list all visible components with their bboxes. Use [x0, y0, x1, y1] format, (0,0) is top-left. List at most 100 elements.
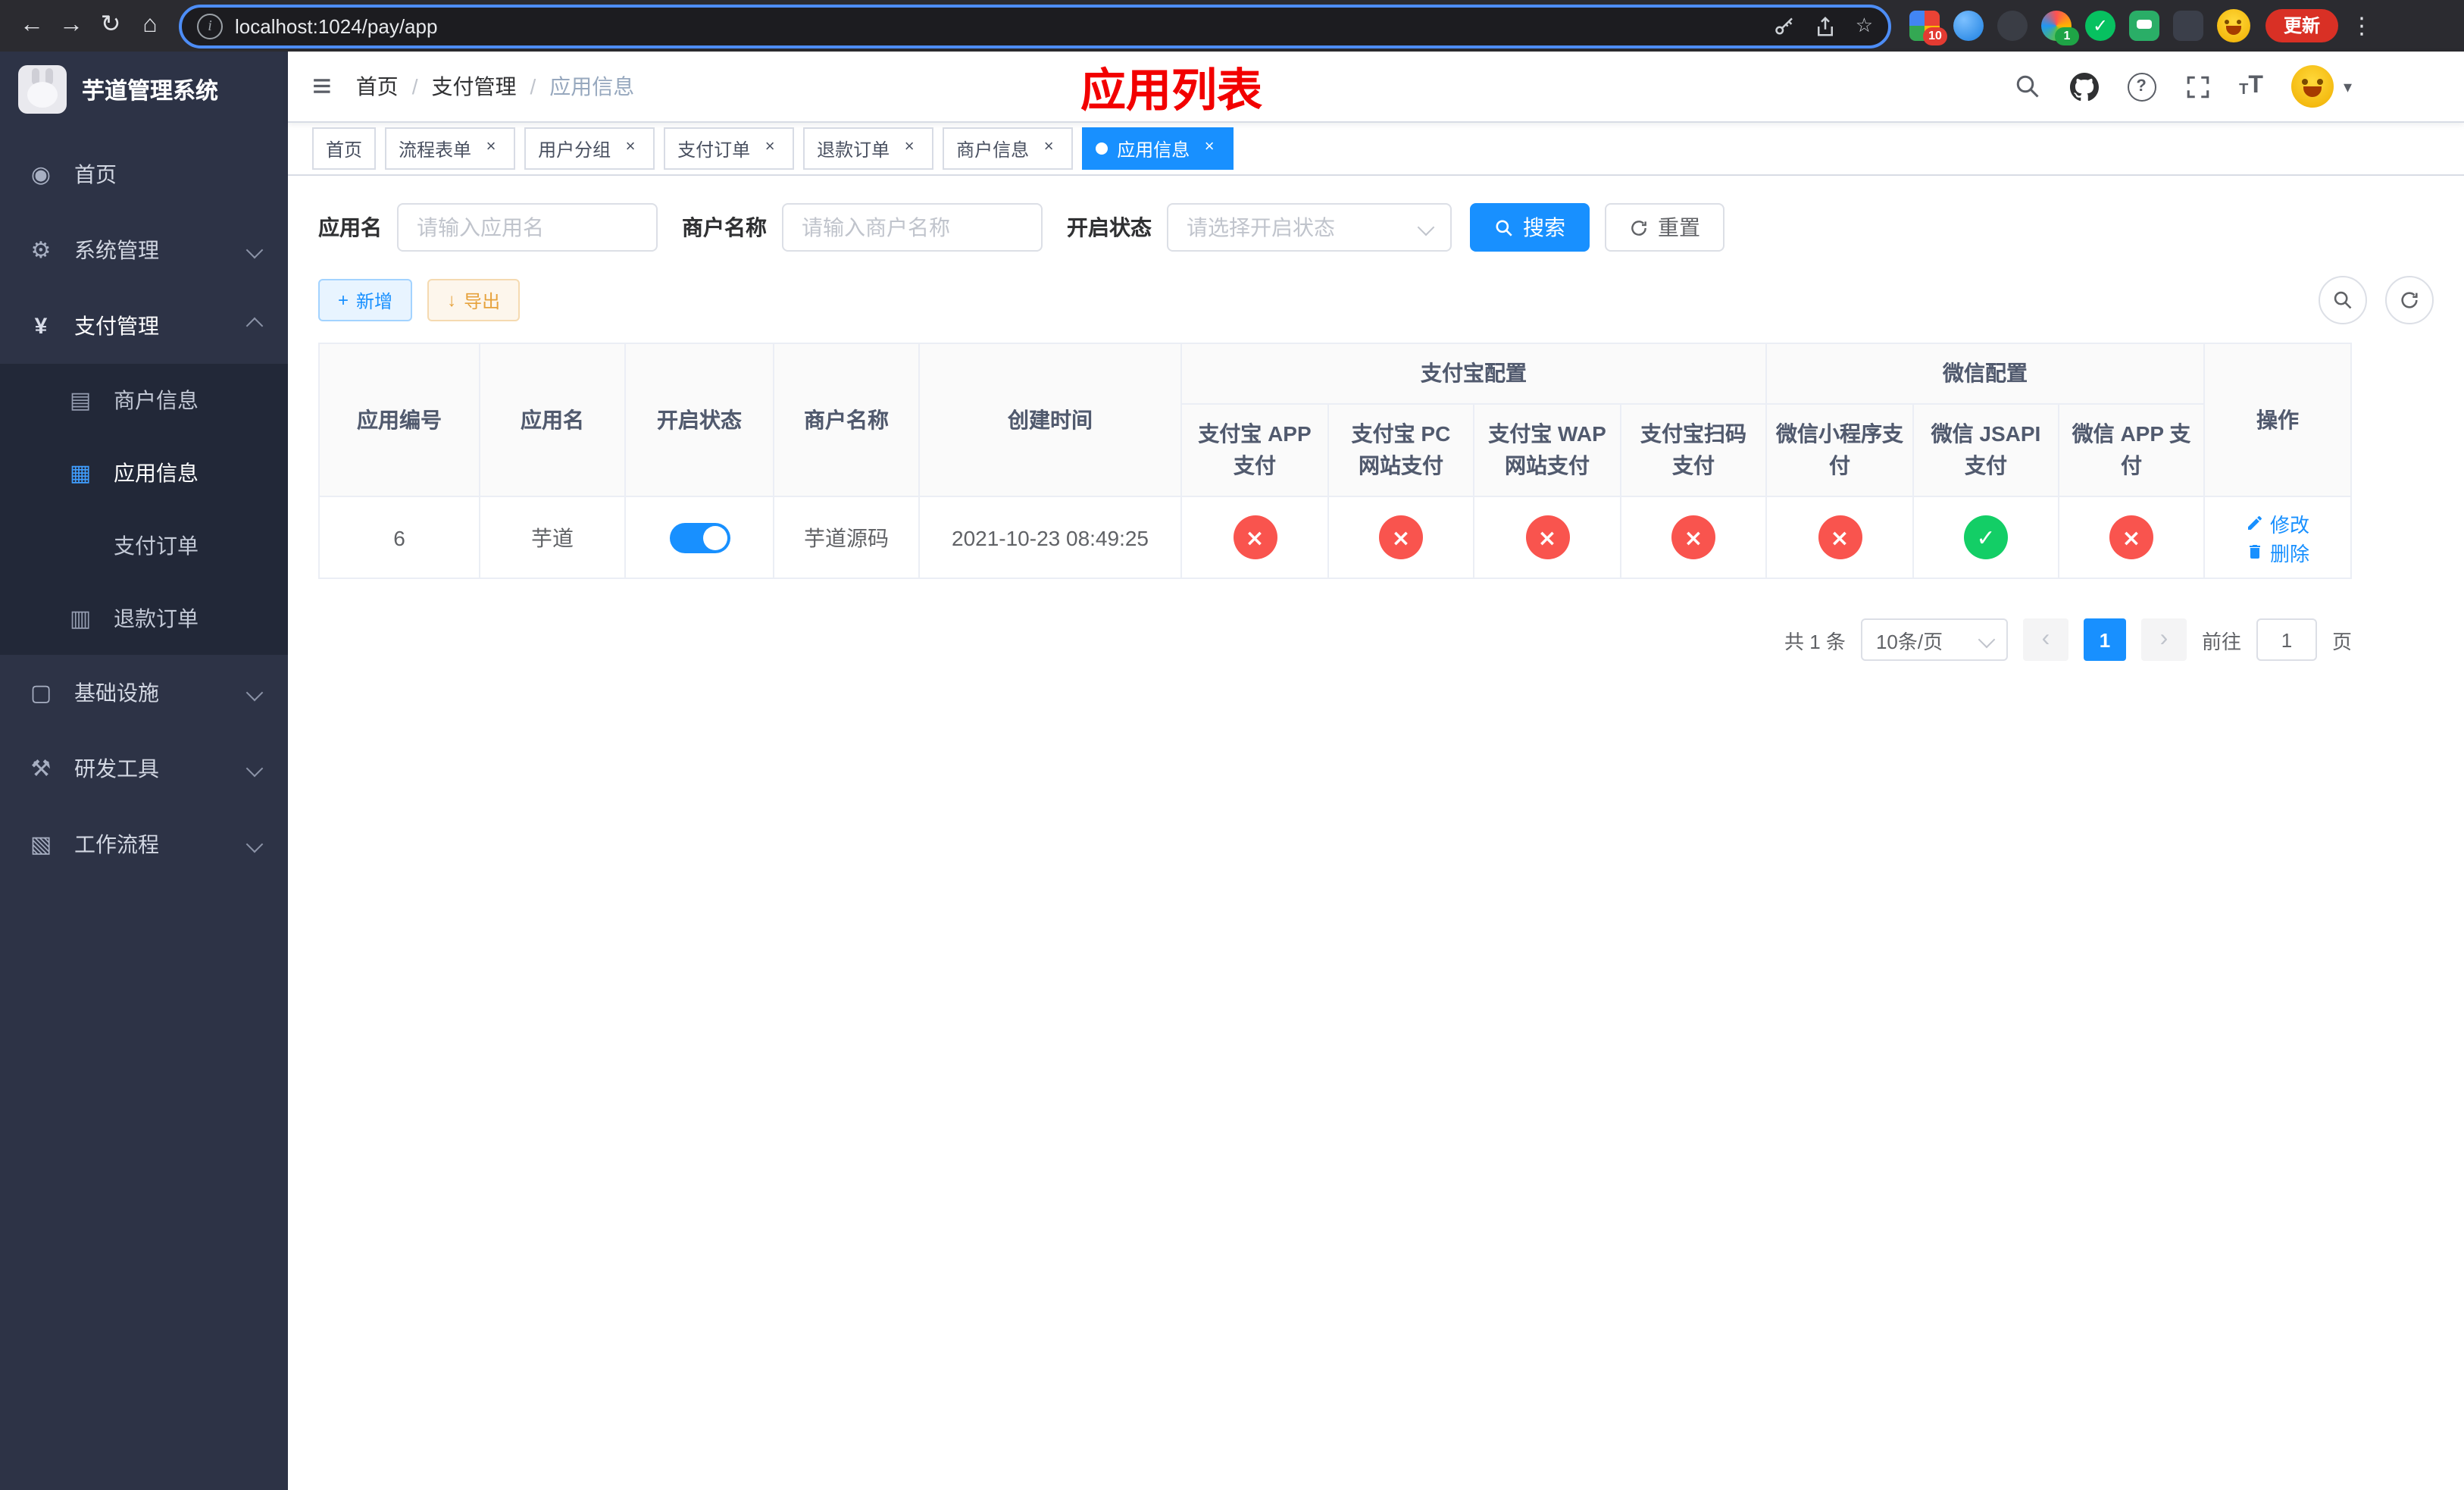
goto-page-input[interactable]: [2256, 618, 2317, 661]
back-icon[interactable]: ←: [12, 0, 52, 52]
help-icon[interactable]: ?: [2127, 72, 2156, 101]
user-avatar[interactable]: ▾: [2291, 65, 2352, 108]
add-button-label: 新增: [356, 290, 393, 311]
close-icon[interactable]: ×: [759, 138, 780, 159]
add-button[interactable]: + 新增: [318, 279, 413, 321]
delete-link-label: 删除: [2269, 542, 2309, 565]
reset-button[interactable]: 重置: [1605, 203, 1724, 252]
site-info-icon[interactable]: i: [197, 13, 223, 39]
dashboard-icon: ◉: [30, 162, 52, 188]
close-icon[interactable]: ×: [620, 138, 641, 159]
tab-home[interactable]: 首页: [312, 127, 377, 170]
sidebar-item-merchant-info[interactable]: ▤ 商户信息: [0, 364, 288, 437]
column-header-alipay-wap: 支付宝 WAP 网站支付: [1473, 403, 1621, 497]
pagination: 共 1 条 10条/页 ‹ 1 › 前往 页: [318, 618, 2434, 661]
status-select[interactable]: 请选择开启状态: [1167, 203, 1452, 252]
close-icon[interactable]: ×: [1199, 138, 1220, 159]
refresh-button[interactable]: [2385, 276, 2434, 324]
close-icon[interactable]: ×: [480, 138, 502, 159]
tab-pay-order[interactable]: 支付订单 ×: [664, 127, 795, 170]
extension-badge: 1: [2055, 27, 2079, 45]
breadcrumb-home[interactable]: 首页: [356, 71, 399, 102]
sidebar-item-label: 支付管理: [74, 314, 159, 338]
font-size-icon[interactable]: TT: [2239, 74, 2263, 99]
tab-user-group[interactable]: 用户分组 ×: [524, 127, 655, 170]
current-page-button[interactable]: 1: [2083, 618, 2126, 661]
page-size-select[interactable]: 10条/页: [1860, 618, 2008, 661]
extension-check-icon[interactable]: ✓: [2085, 11, 2115, 41]
cell-status: [624, 496, 774, 579]
extension-dark-icon[interactable]: [1997, 11, 2028, 41]
reset-button-label: 重置: [1658, 215, 1700, 239]
share-icon[interactable]: [1815, 14, 1837, 37]
sidebar-item-payment[interactable]: ¥ 支付管理: [0, 288, 288, 364]
delete-link[interactable]: 删除: [2246, 537, 2309, 566]
merchant-name-input[interactable]: [782, 203, 1043, 252]
status-toggle[interactable]: [669, 522, 730, 552]
tab-merchant-info[interactable]: 商户信息 ×: [943, 127, 1074, 170]
browser-menu-icon[interactable]: ⋮: [2350, 12, 2373, 39]
extensions-puzzle-icon[interactable]: [2173, 11, 2203, 41]
extension-drop-icon[interactable]: [1953, 11, 1984, 41]
sidebar-item-label: 研发工具: [74, 756, 159, 781]
workflow-icon: ▧: [30, 832, 52, 858]
next-page-button[interactable]: ›: [2140, 618, 2187, 661]
browser-profile-avatar[interactable]: [2217, 9, 2250, 42]
export-button[interactable]: ↓ 导出: [427, 279, 521, 321]
toggle-search-button[interactable]: [2319, 276, 2367, 324]
column-header-merchant: 商户名称: [773, 343, 920, 497]
sidebar-item-infrastructure[interactable]: ▢ 基础设施: [0, 655, 288, 731]
search-icon[interactable]: [2013, 73, 2040, 100]
screen: ← → ↻ ⌂ i localhost:1024/pay/app ☆ 10 1 …: [0, 0, 2464, 1490]
export-button-label: 导出: [464, 290, 501, 311]
extension-color-icon[interactable]: 1: [2041, 11, 2079, 45]
browser-update-button[interactable]: 更新: [2265, 9, 2339, 42]
search-button[interactable]: 搜索: [1470, 203, 1590, 252]
sidebar-item-pay-order[interactable]: 支付订单: [0, 509, 288, 582]
sidebar: 芋道管理系统 ◉ 首页 ⚙ 系统管理 ¥ 支付管理 ▤ 商户信息 ▦ 应用信息 …: [0, 52, 288, 1490]
prev-page-button[interactable]: ‹: [2022, 618, 2068, 661]
table-row: 6 芋道 芋道源码 2021-10-23 08:49:25 × × × × × …: [318, 496, 2352, 579]
tab-refund-order[interactable]: 退款订单 ×: [803, 127, 934, 170]
home-icon[interactable]: ⌂: [130, 0, 170, 52]
extension-grid-icon[interactable]: 10: [1909, 11, 1947, 45]
sidebar-item-devtools[interactable]: ⚒ 研发工具: [0, 731, 288, 806]
edit-link[interactable]: 修改: [2246, 509, 2309, 537]
chevron-down-icon: [245, 684, 264, 702]
bookmark-star-icon[interactable]: ☆: [1856, 14, 1873, 38]
app-name-input[interactable]: [397, 203, 658, 252]
fullscreen-icon[interactable]: [2184, 74, 2210, 99]
breadcrumb-separator: /: [530, 74, 536, 99]
chevron-up-icon: [245, 317, 264, 335]
close-icon[interactable]: ×: [899, 138, 920, 159]
sidebar-item-system[interactable]: ⚙ 系统管理: [0, 212, 288, 288]
breadcrumb-payment[interactable]: 支付管理: [431, 71, 516, 102]
column-group-alipay: 支付宝配置: [1180, 343, 1767, 405]
sidebar-item-app-info[interactable]: ▦ 应用信息: [0, 437, 288, 509]
address-bar[interactable]: i localhost:1024/pay/app ☆: [179, 4, 1891, 48]
page-suffix-label: 页: [2331, 630, 2352, 653]
collapse-sidebar-icon[interactable]: ≡: [312, 69, 332, 103]
column-header-wx-jsapi: 微信 JSAPI 支付: [1912, 403, 2059, 497]
password-key-icon[interactable]: [1774, 14, 1796, 37]
close-icon[interactable]: ×: [1038, 138, 1059, 159]
github-icon[interactable]: [2069, 72, 2099, 101]
cell-wx-app: ×: [2058, 496, 2205, 579]
avatar-image: [2291, 65, 2334, 108]
extension-chat-icon[interactable]: [2129, 11, 2159, 41]
sidebar-item-refund-order[interactable]: ▥ 退款订单: [0, 582, 288, 655]
sidebar-item-home[interactable]: ◉ 首页: [0, 136, 288, 212]
chevron-down-icon: [1978, 631, 1996, 649]
tab-app-info[interactable]: 应用信息 ×: [1082, 127, 1234, 170]
sidebar-item-label: 应用信息: [114, 461, 199, 485]
reload-icon[interactable]: ↻: [91, 0, 130, 52]
cell-actions: 修改 删除: [2203, 496, 2352, 579]
sidebar-item-workflow[interactable]: ▧ 工作流程: [0, 806, 288, 882]
app-name-label: 应用名: [318, 215, 382, 239]
table-tools: [2319, 276, 2434, 324]
edit-link-label: 修改: [2269, 513, 2309, 536]
tab-process-form[interactable]: 流程表单 ×: [385, 127, 516, 170]
table-toolbar: + 新增 ↓ 导出: [318, 276, 2434, 324]
navbar-actions: ? TT ▾: [2013, 65, 2440, 108]
forward-icon[interactable]: →: [52, 0, 91, 52]
